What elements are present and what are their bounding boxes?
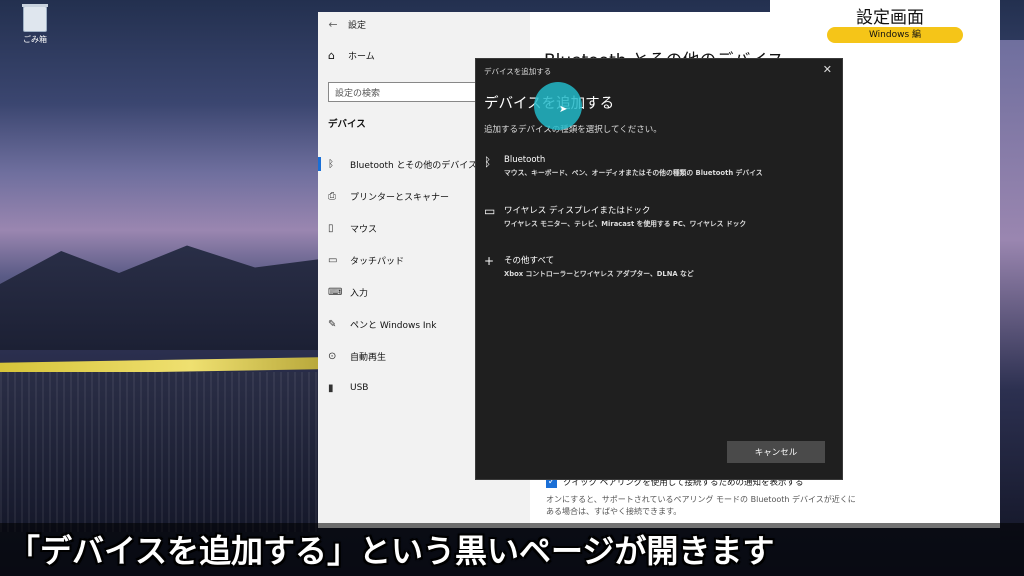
sidebar-item-label: プリンターとスキャナー (350, 192, 450, 203)
dialog-title: デバイスを追加する (484, 67, 552, 76)
sidebar-item-label: 自動再生 (350, 352, 387, 363)
sidebar-item-label: タッチパッド (350, 256, 405, 267)
printer-icon: ⎙ (328, 190, 336, 202)
recycle-bin-label: ごみ箱 (23, 35, 47, 44)
cancel-button[interactable]: キャンセル (727, 441, 825, 463)
monitor-icon: ▭ (484, 204, 496, 218)
bluetooth-icon: ᛒ (484, 155, 492, 169)
wallpaper-water (0, 372, 318, 532)
home-icon: ⌂ (328, 48, 335, 62)
settings-window-title: 設定 (348, 20, 367, 31)
mouse-pointer-icon: ➤ (559, 104, 568, 115)
sidebar-item-label: ペンと Windows Ink (350, 320, 437, 331)
recycle-bin[interactable]: ごみ箱 (18, 4, 52, 45)
video-caption: 「デバイスを追加する」という黒いページが開きます (8, 532, 775, 570)
device-option-wireless-display[interactable]: ▭ ワイヤレス ディスプレイまたはドック ワイヤレス モニター、テレビ、Mira… (484, 204, 746, 228)
settings-search-placeholder: 設定の検索 (335, 88, 381, 99)
device-option-name: Bluetooth (504, 155, 546, 165)
back-arrow-icon[interactable]: ← (318, 18, 348, 31)
device-option-name: その他すべて (504, 256, 555, 266)
keyboard-icon: ⌨ (328, 286, 343, 298)
overlay-badge-tag: Windows 編 (827, 27, 963, 43)
mouse-icon: ▯ (328, 222, 334, 234)
device-option-bluetooth[interactable]: ᛒ Bluetooth マウス、キーボード、ペン、オーディオまたはその他の種類の… (484, 155, 763, 177)
plus-icon: + (484, 254, 495, 268)
close-icon[interactable]: ✕ (823, 63, 832, 76)
device-option-name: ワイヤレス ディスプレイまたはドック (504, 206, 651, 216)
sidebar-item-label: Bluetooth とその他のデバイス (350, 160, 478, 171)
sidebar-item-label: USB (350, 383, 369, 393)
autoplay-icon: ⊙ (328, 350, 337, 362)
device-option-desc: Xbox コントローラーとワイヤレス アダプター、DLNA など (504, 270, 694, 278)
device-option-desc: ワイヤレス モニター、テレビ、Miracast を使用する PC、ワイヤレス ド… (504, 220, 747, 228)
nav-home-label: ホーム (348, 51, 375, 62)
settings-titlebar: ← 設定 (318, 12, 530, 36)
add-device-dialog: デバイスを追加する ✕ デバイスを追加する 追加するデバイスの種類を選択してくだ… (475, 58, 843, 480)
sidebar-item-label: マウス (350, 224, 378, 235)
pen-icon: ✎ (328, 318, 337, 330)
recycle-bin-icon (22, 4, 48, 32)
wallpaper-right-strip (1000, 40, 1024, 540)
touchpad-icon: ▭ (328, 254, 338, 266)
cursor-highlight (534, 82, 582, 130)
device-option-desc: マウス、キーボード、ペン、オーディオまたはその他の種類の Bluetooth デ… (504, 169, 763, 177)
sidebar-item-label: 入力 (350, 288, 369, 299)
overlay-badge-title: 設定画面 (856, 8, 924, 28)
device-option-everything-else[interactable]: + その他すべて Xbox コントローラーとワイヤレス アダプター、DLNA な… (484, 254, 694, 278)
usb-icon: ▮ (328, 382, 334, 394)
quick-pairing-description: オンにすると、サポートされているペアリング モードの Bluetooth デバイ… (546, 495, 856, 516)
bluetooth-icon: ᛒ (328, 158, 334, 170)
